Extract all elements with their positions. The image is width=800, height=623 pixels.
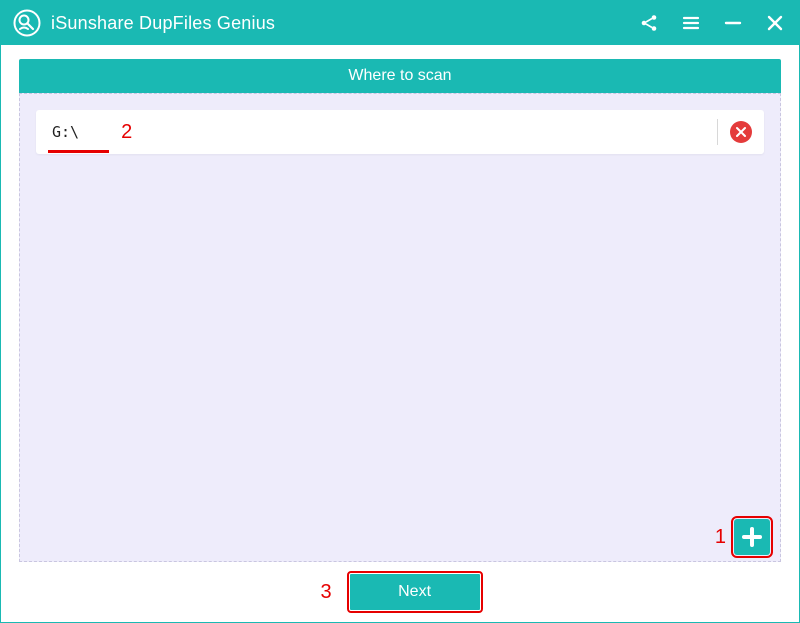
close-icon[interactable]	[763, 11, 787, 35]
annotation-underline	[48, 150, 109, 153]
annotation-step-3: 3	[320, 581, 331, 604]
add-path-button[interactable]	[734, 519, 770, 555]
path-divider	[717, 119, 718, 145]
remove-path-button[interactable]	[730, 121, 752, 143]
share-icon[interactable]	[637, 11, 661, 35]
app-window: iSunshare DupFiles Genius	[0, 0, 800, 623]
plus-icon	[739, 524, 765, 550]
panel-header: Where to scan	[19, 59, 781, 93]
brand: iSunshare DupFiles Genius	[13, 9, 275, 37]
minimize-icon[interactable]	[721, 11, 745, 35]
annotation-step-1: 1	[715, 526, 726, 549]
scan-panel: G:\ 2 1	[19, 93, 781, 562]
path-text-wrap: G:\	[52, 123, 79, 142]
next-button[interactable]: Next	[350, 574, 480, 610]
footer: 3 Next	[19, 562, 781, 622]
app-logo-icon	[13, 9, 41, 37]
main-content: Where to scan G:\ 2 1	[1, 45, 799, 622]
path-row: G:\ 2	[36, 110, 764, 154]
titlebar-actions	[637, 11, 787, 35]
path-value[interactable]: G:\	[52, 123, 79, 141]
titlebar: iSunshare DupFiles Genius	[1, 1, 799, 45]
add-area: 1	[715, 519, 770, 555]
annotation-step-2: 2	[121, 121, 132, 144]
app-title: iSunshare DupFiles Genius	[51, 13, 275, 34]
close-icon	[734, 125, 748, 139]
menu-icon[interactable]	[679, 11, 703, 35]
